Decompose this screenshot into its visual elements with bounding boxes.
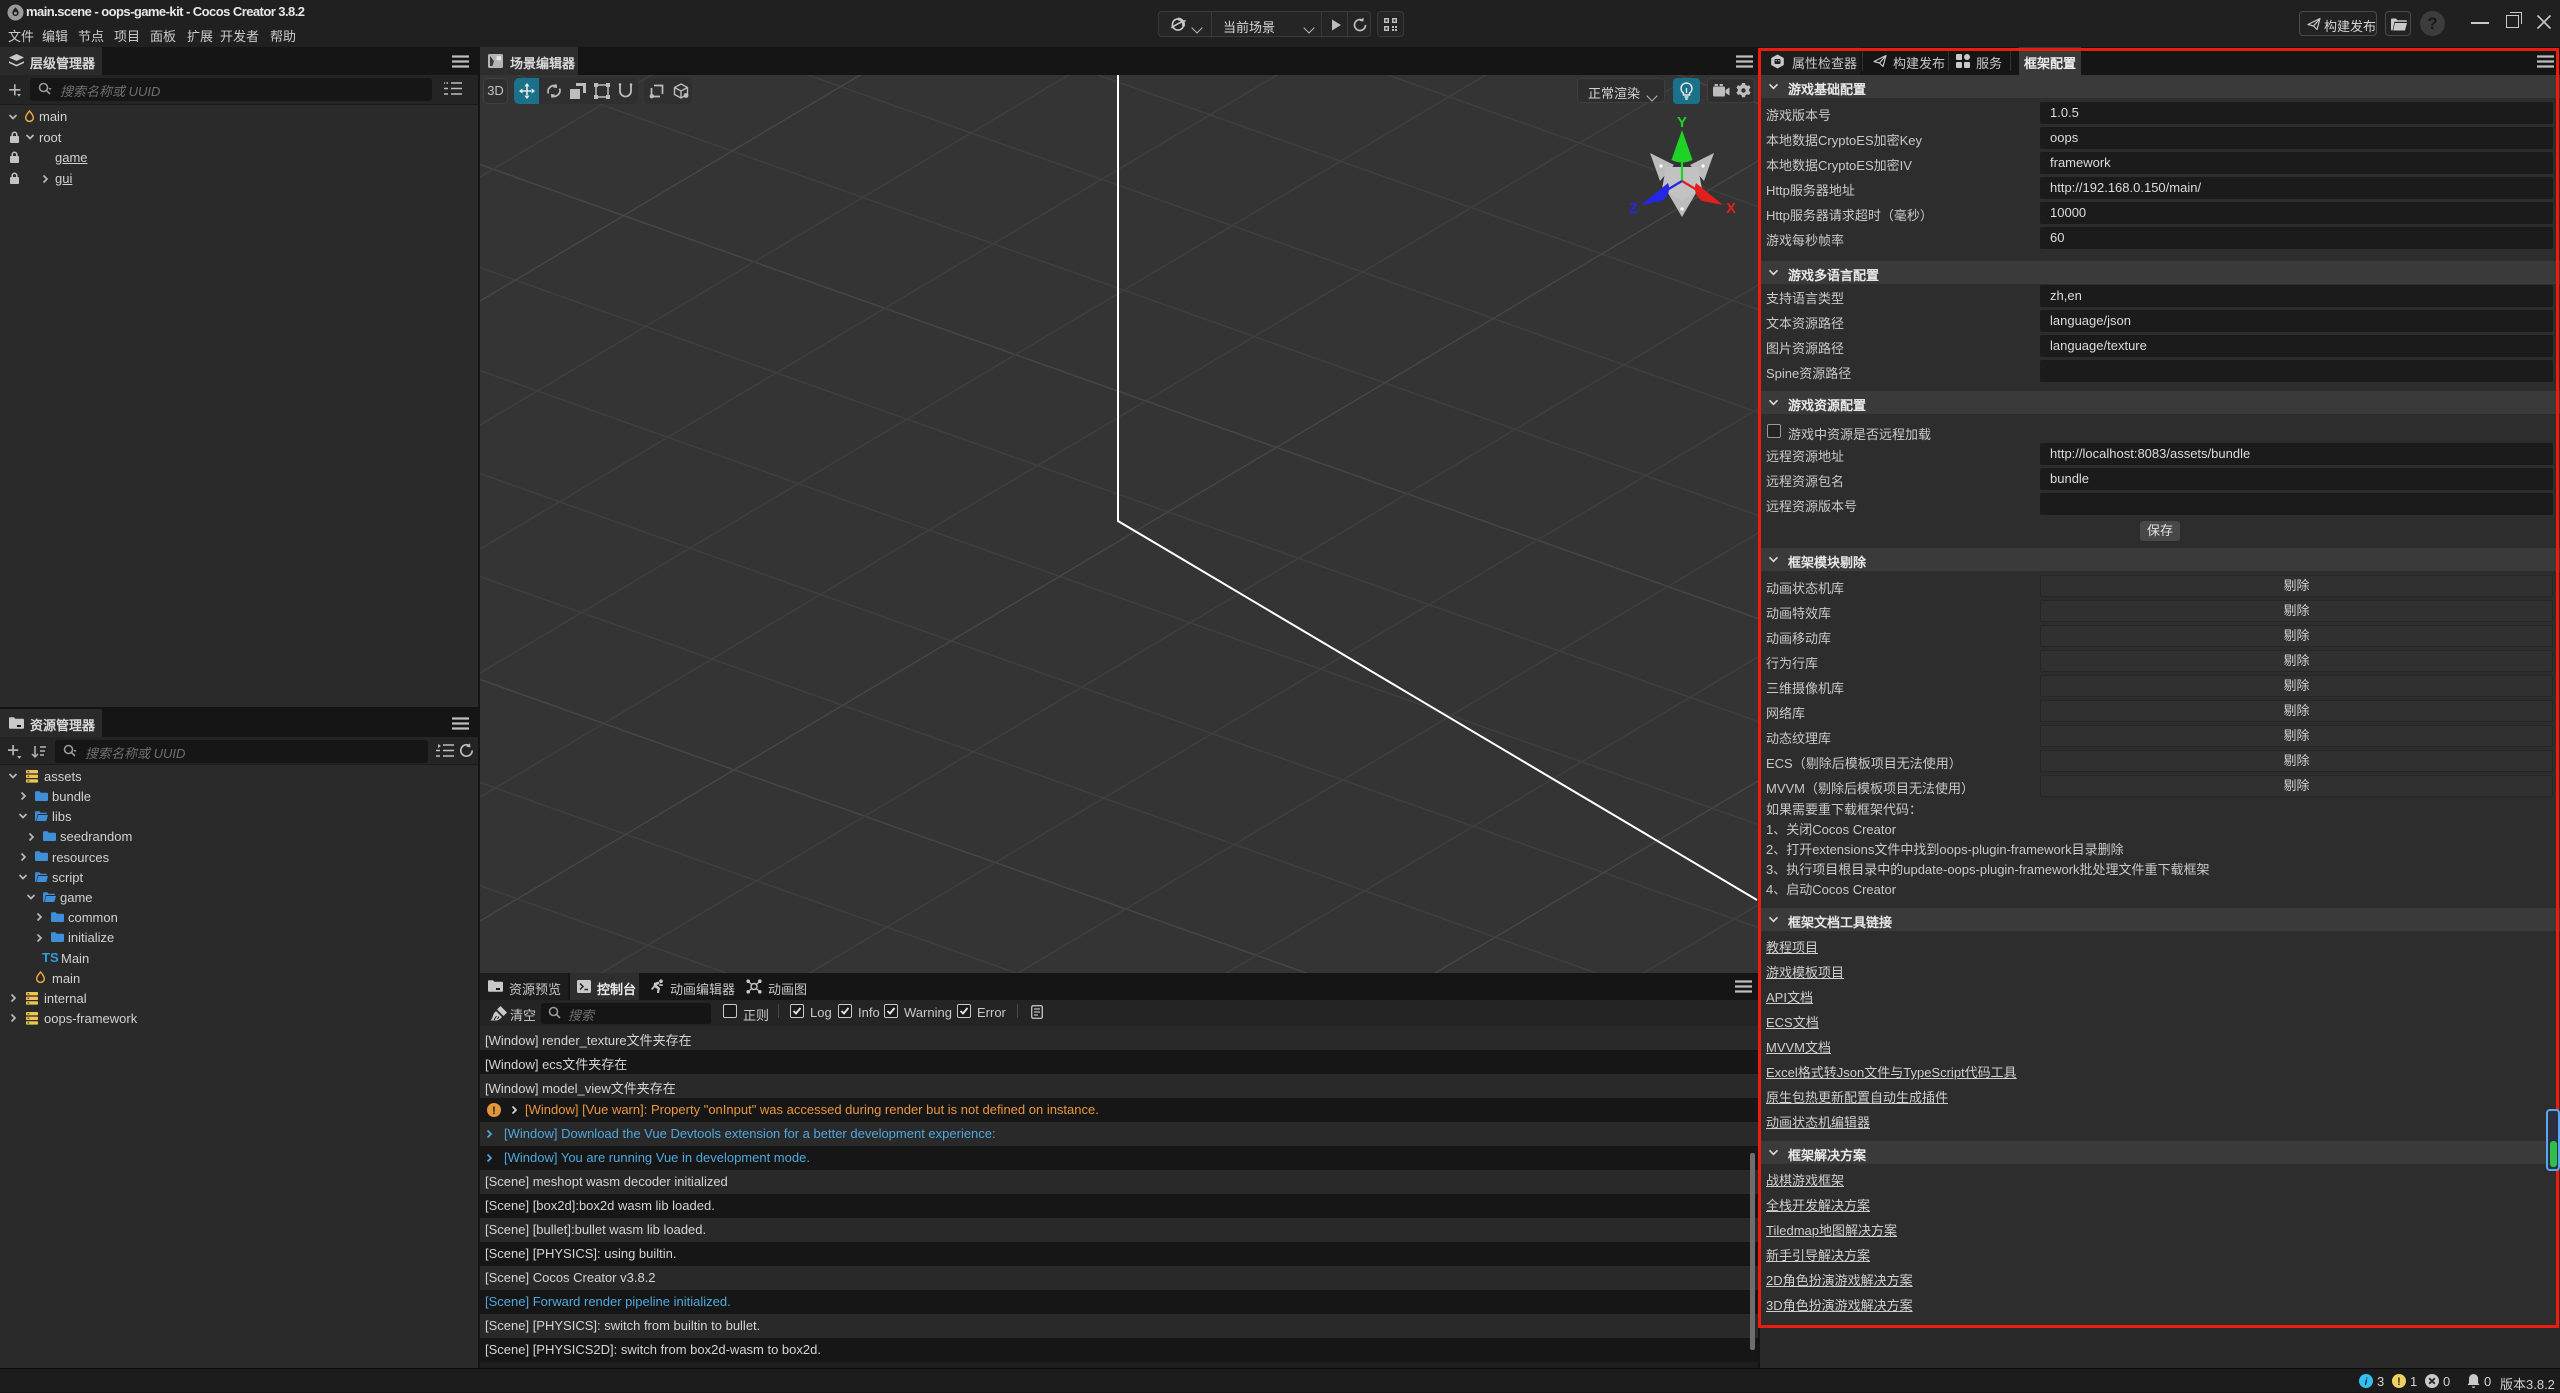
svg-text:!: ! [492,1105,496,1117]
svg-text:Z: Z [1629,200,1638,217]
svg-text:!: ! [2397,1376,2401,1388]
svg-text:Y: Y [1677,117,1687,131]
svg-text:X: X [1726,200,1736,217]
svg-text:i: i [2365,1377,2368,1388]
